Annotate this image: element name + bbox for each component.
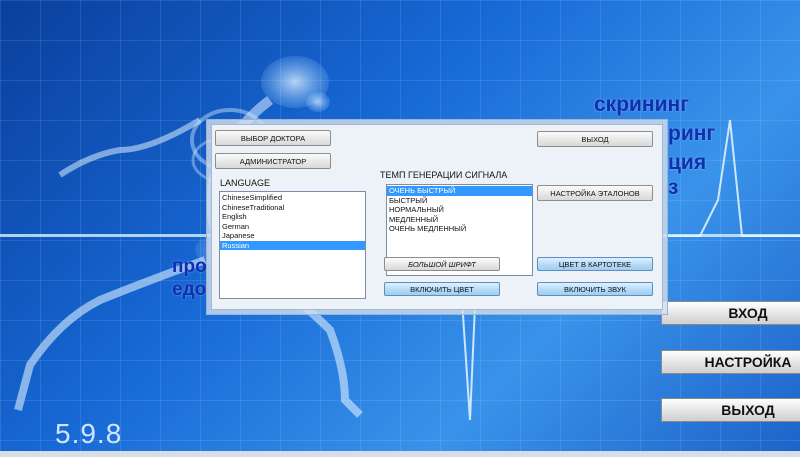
language-listbox[interactable]: ChineseSimplified ChineseTraditional Eng… bbox=[219, 191, 366, 299]
color-in-catalog-button[interactable]: ЦВЕТ В КАРТОТЕКЕ bbox=[537, 257, 653, 271]
speed-item-very-fast[interactable]: ОЧЕНЬ БЫСТРЫЙ bbox=[387, 186, 532, 196]
administrator-button[interactable]: АДМИНИСТРАТОР bbox=[215, 153, 331, 169]
speed-item-fast[interactable]: БЫСТРЫЙ bbox=[387, 196, 532, 206]
enable-color-button[interactable]: ВКЛЮЧИТЬ ЦВЕТ bbox=[384, 282, 500, 296]
language-item-english[interactable]: English bbox=[220, 212, 365, 222]
settings-dialog-panel: ВЫБОР ДОКТОРА АДМИНИСТРАТОР ВЫХОД LANGUA… bbox=[211, 124, 663, 310]
etalon-settings-button[interactable]: НАСТРОЙКА ЭТАЛОНОВ bbox=[537, 185, 653, 201]
settings-button[interactable]: НАСТРОЙКА bbox=[661, 350, 800, 374]
language-item-chinese-traditional[interactable]: ChineseTraditional bbox=[220, 203, 365, 213]
doctor-select-button[interactable]: ВЫБОР ДОКТОРА bbox=[215, 130, 331, 146]
language-label: LANGUAGE bbox=[220, 178, 271, 188]
background-left-line1: про bbox=[172, 256, 207, 277]
speed-item-very-slow[interactable]: ОЧЕНЬ МЕДЛЕННЫЙ bbox=[387, 224, 532, 234]
background-title-line3: ция bbox=[668, 151, 707, 174]
dialog-exit-button[interactable]: ВЫХОД bbox=[537, 131, 653, 147]
exit-button[interactable]: ВЫХОД bbox=[661, 398, 800, 422]
enable-sound-button[interactable]: ВКЛЮЧИТЬ ЗВУК bbox=[537, 282, 653, 296]
speed-item-normal[interactable]: НОРМАЛЬНЫЙ bbox=[387, 205, 532, 215]
signal-speed-label: ТЕМП ГЕНЕРАЦИИ СИГНАЛА bbox=[380, 170, 508, 180]
speed-item-slow[interactable]: МЕДЛЕННЫЙ bbox=[387, 215, 532, 225]
background-title-line4: з bbox=[668, 176, 679, 199]
background-title-line1: скрининг bbox=[594, 93, 689, 116]
settings-dialog: ВЫБОР ДОКТОРА АДМИНИСТРАТОР ВЫХОД LANGUA… bbox=[206, 119, 668, 315]
language-item-chinese-simplified[interactable]: ChineseSimplified bbox=[220, 193, 365, 203]
background-title-line2: ринг bbox=[668, 122, 716, 145]
language-item-russian[interactable]: Russian bbox=[220, 240, 365, 250]
language-item-japanese[interactable]: Japanese bbox=[220, 231, 365, 241]
version-label: 5.9.8 bbox=[55, 418, 123, 449]
language-item-german[interactable]: German bbox=[220, 222, 365, 232]
enter-button[interactable]: ВХОД bbox=[661, 301, 800, 325]
taskbar-strip bbox=[0, 451, 800, 457]
big-font-button[interactable]: БОЛЬШОЙ ШРИФТ bbox=[384, 257, 500, 271]
background-left-line2: едо bbox=[172, 279, 207, 300]
